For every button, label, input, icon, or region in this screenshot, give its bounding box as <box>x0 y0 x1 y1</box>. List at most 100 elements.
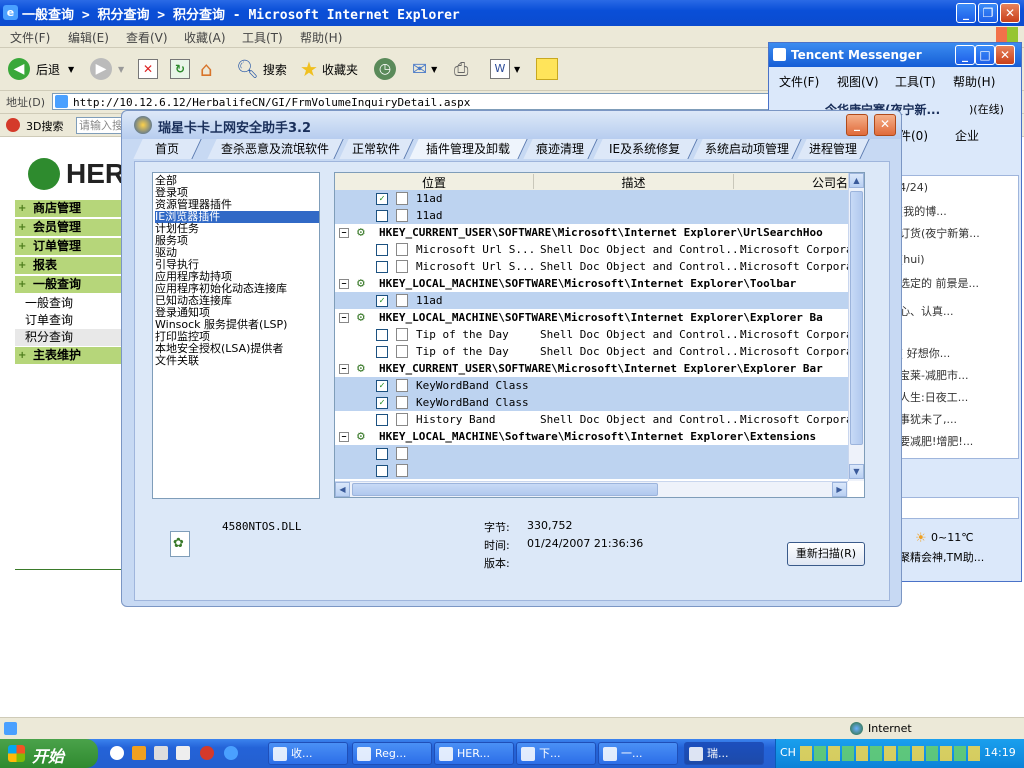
forward-button[interactable]: ▶ ▼ <box>90 56 124 82</box>
dialog-title-bar[interactable]: 瑞星卡卡上网安全助手3.2 _ ✕ <box>122 111 901 139</box>
checkbox-checked[interactable]: ✓ <box>376 380 388 392</box>
qq-menu-file[interactable]: 文件(F) <box>779 73 819 90</box>
registry-group-row[interactable]: − ⚙ HKEY_LOCAL_MACHINE\SOFTWARE\Microsoft\… <box>335 309 848 326</box>
qq-news[interactable]: 聚精会神,TM助... <box>899 549 984 565</box>
qq-list-item[interactable]: 订货(夜宁新第... <box>899 225 980 241</box>
registry-group-row[interactable]: − ⚙ HKEY_CURRENT_USER\SOFTWARE\Microsoft\I… <box>335 360 848 377</box>
qq-list-item[interactable]: (hui) <box>899 253 925 266</box>
qq-minimize-icon[interactable]: _ <box>955 45 975 65</box>
quicklaunch-app-icon[interactable] <box>200 746 214 760</box>
qq-list-item[interactable]: 人生:日夜工... <box>899 389 968 405</box>
qq-list-item[interactable]: 宝莱-减肥市... <box>899 367 968 383</box>
dialog-tab[interactable]: 进程管理 <box>797 139 870 159</box>
plugin-grid[interactable]: 位置 描述 公司名 ✓ 11ad 11ad − ⚙ HKEY_CURRENT_USER\S… <box>334 172 865 498</box>
checkbox-unchecked[interactable] <box>376 261 388 273</box>
taskbar-task-button[interactable]: Reg... <box>352 742 432 765</box>
checkbox-unchecked[interactable] <box>376 346 388 358</box>
qq-list-item[interactable]: 4/24) <box>899 181 928 194</box>
taskbar-task-button[interactable]: 瑞... <box>684 742 764 765</box>
nav-item[interactable]: 积分查询 <box>15 329 121 346</box>
edit-button[interactable]: W ▼ <box>490 56 520 82</box>
category-item[interactable]: 服务项 <box>155 235 319 247</box>
start-button[interactable]: 开始 <box>0 739 98 768</box>
plugin-row[interactable]: ✓ 11ad <box>335 190 848 207</box>
nav-item[interactable]: 主表维护 <box>15 347 121 364</box>
rescan-button[interactable]: 重新扫描(R) <box>787 542 865 566</box>
quicklaunch-app-icon[interactable] <box>176 746 190 760</box>
home-button[interactable]: ⌂ <box>200 56 213 82</box>
menu-edit[interactable]: 编辑(E) <box>68 29 109 46</box>
nav-item[interactable]: 订单管理 <box>15 238 121 255</box>
checkbox-checked[interactable]: ✓ <box>376 295 388 307</box>
quicklaunch-desktop-icon[interactable] <box>110 746 124 760</box>
dialog-tab[interactable]: IE及系统修复 <box>593 139 698 159</box>
collapse-icon[interactable]: − <box>339 279 349 289</box>
menu-view[interactable]: 查看(V) <box>126 29 168 46</box>
plugin-row[interactable] <box>335 445 848 462</box>
qq-title-bar[interactable]: Tencent Messenger _ □ ✕ <box>769 43 1021 67</box>
column-company[interactable]: 公司名 <box>734 174 848 190</box>
category-list[interactable]: 全部 登录项 资源管理器插件 IE浏览器插件 计划任务 服务项 驱动 引导执行 应用程序劫持项应… <box>152 172 320 499</box>
scroll-right-icon[interactable]: ▶ <box>832 482 847 497</box>
registry-group-row[interactable]: − ⚙ HKEY_LOCAL_MACHINE\SOFTWARE\Microsoft\… <box>335 275 848 292</box>
registry-group-row[interactable]: − ⚙ HKEY_CURRENT_USER\SOFTWARE\Microsoft\I… <box>335 224 848 241</box>
nav-item[interactable]: 一般查询 <box>15 276 121 293</box>
quicklaunch-ie-icon[interactable] <box>224 746 238 760</box>
nav-item[interactable]: 一般查询 <box>15 295 121 312</box>
nav-item[interactable]: 订单查询 <box>15 312 121 329</box>
refresh-button[interactable]: ↻ <box>170 56 190 82</box>
scroll-left-icon[interactable]: ◀ <box>335 482 350 497</box>
category-item[interactable]: 文件关联 <box>155 355 319 367</box>
checkbox-unchecked[interactable] <box>376 414 388 426</box>
qq-menu-help[interactable]: 帮助(H) <box>953 73 995 90</box>
menu-help[interactable]: 帮助(H) <box>300 29 342 46</box>
plugin-row[interactable]: 11ad <box>335 207 848 224</box>
ime-indicator[interactable]: CH <box>780 746 796 759</box>
plugin-row[interactable]: ✓ KeyWordBand Class <box>335 377 848 394</box>
qq-maximize-icon[interactable]: □ <box>975 45 995 65</box>
qq-list-item[interactable]: 要减肥!增肥!... <box>899 433 973 449</box>
horizontal-scrollbar[interactable]: ◀ ▶ <box>335 481 848 497</box>
collapse-icon[interactable]: − <box>339 364 349 374</box>
minimize-icon[interactable]: _ <box>956 3 976 23</box>
dialog-tab[interactable]: 系统启动项管理 <box>693 139 802 159</box>
checkbox-checked[interactable]: ✓ <box>376 193 388 205</box>
dialog-tab[interactable]: 正常软件 <box>339 139 414 159</box>
restore-icon[interactable]: ❐ <box>978 3 998 23</box>
links-search-label[interactable]: 3D搜索 <box>26 118 63 134</box>
favorites-button[interactable]: ★ 收藏夹 <box>300 56 358 82</box>
ie-title-bar[interactable]: e 一般查询 > 积分查询 > 积分查询 - Microsoft Interne… <box>0 0 1024 26</box>
dialog-tab[interactable]: 首页 <box>133 139 202 159</box>
checkbox-unchecked[interactable] <box>376 244 388 256</box>
plugin-row[interactable]: Microsoft Url S... Shell Doc Object and C… <box>335 258 848 275</box>
checkbox-checked[interactable]: ✓ <box>376 397 388 409</box>
nav-item[interactable]: 报表 <box>15 257 121 274</box>
menu-favorites[interactable]: 收藏(A) <box>184 29 226 46</box>
column-description[interactable]: 描述 <box>534 174 734 190</box>
plugin-row[interactable]: Microsoft Url S... Shell Doc Object and C… <box>335 241 848 258</box>
scroll-up-icon[interactable]: ▲ <box>849 173 864 188</box>
dialog-minimize-icon[interactable]: _ <box>846 114 868 136</box>
taskbar-task-button[interactable]: 一... <box>598 742 678 765</box>
note-button[interactable] <box>536 56 558 82</box>
qq-tab-enterprise[interactable]: 企业 <box>955 127 979 144</box>
dialog-tab[interactable]: 插件管理及卸载 <box>409 139 528 159</box>
back-button[interactable]: ◀ 后退 ▼ <box>8 56 74 82</box>
dialog-tab[interactable]: 查杀恶意及流氓软件 <box>207 139 344 159</box>
qq-list-item[interactable]: 选定的 前景是... <box>899 275 979 291</box>
stop-button[interactable]: ✕ <box>138 56 158 82</box>
plugin-row[interactable]: Tip of the Day Shell Doc Object and Contr… <box>335 326 848 343</box>
qq-list-item[interactable]: 心、认真... <box>899 303 954 319</box>
nav-item[interactable]: 商店管理 <box>15 200 121 217</box>
registry-group-row[interactable]: − ⚙ HKEY_LOCAL_MACHINE\Software\Microsoft\… <box>335 428 848 445</box>
taskbar-task-button[interactable]: HER... <box>434 742 514 765</box>
qq-menu-view[interactable]: 视图(V) <box>837 73 879 90</box>
plugin-row[interactable]: ✓ KeyWordBand Class <box>335 394 848 411</box>
qq-menu-tools[interactable]: 工具(T) <box>895 73 936 90</box>
address-input[interactable]: http://10.12.6.12/HerbalifeCN/GI/FrmVolu… <box>52 93 772 110</box>
quicklaunch-app-icon[interactable] <box>132 746 146 760</box>
quicklaunch-app-icon[interactable] <box>154 746 168 760</box>
plugin-row[interactable]: Tip of the Day Shell Doc Object and Contr… <box>335 343 848 360</box>
scroll-down-icon[interactable]: ▼ <box>849 464 864 479</box>
dialog-tab[interactable]: 痕迹清理 <box>523 139 598 159</box>
